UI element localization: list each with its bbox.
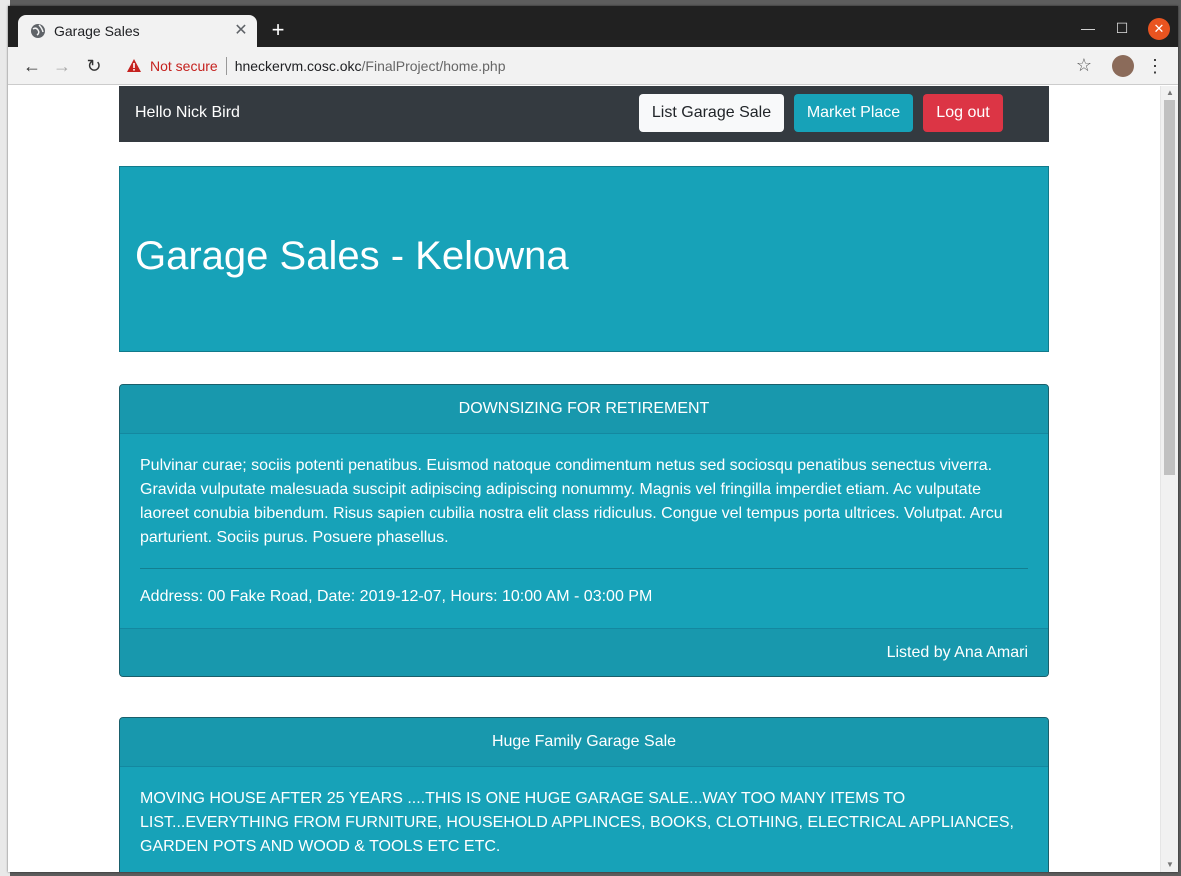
browser-toolbar: ← → ↻ Not secure hneckervm.cosc.okc /Fin…	[8, 47, 1178, 85]
window-close-icon[interactable]: ✕	[1148, 18, 1170, 40]
listing-details: Address: 00 Fake Road, Date: 2019-12-07,…	[140, 588, 653, 605]
site-navbar: Hello Nick Bird List Garage Sale Market …	[119, 86, 1049, 142]
market-place-button[interactable]: Market Place	[794, 94, 913, 132]
kebab-menu-icon[interactable]: ⋮	[1146, 54, 1164, 78]
listing-card: Huge Family Garage Sale MOVING HOUSE AFT…	[119, 717, 1049, 872]
profile-avatar[interactable]	[1112, 55, 1134, 77]
tab-garage-sales[interactable]: Garage Sales ✕	[18, 15, 257, 47]
listing-title: Huge Family Garage Sale	[120, 718, 1048, 767]
jumbotron: Garage Sales - Kelowna	[119, 166, 1049, 352]
page-title: Garage Sales - Kelowna	[135, 234, 569, 278]
url-host: hneckervm.cosc.okc	[234, 58, 362, 74]
page-scrollbar[interactable]: ▲ ▼	[1160, 86, 1178, 872]
scroll-thumb[interactable]	[1164, 100, 1175, 475]
browser-window: Garage Sales ✕ + — ☐ ✕ ← → ↻ Not secure …	[8, 6, 1178, 872]
list-garage-sale-button[interactable]: List Garage Sale	[639, 94, 784, 132]
maximize-icon[interactable]: ☐	[1110, 16, 1134, 40]
security-status[interactable]: Not secure	[150, 58, 218, 74]
greeting-text: Hello Nick Bird	[135, 104, 240, 121]
url-path: /FinalProject/home.php	[361, 58, 506, 74]
listing-card: DOWNSIZING FOR RETIREMENT Pulvinar curae…	[119, 384, 1049, 677]
tab-title: Garage Sales	[54, 23, 140, 39]
warning-icon	[127, 59, 141, 72]
new-tab-icon[interactable]: +	[266, 19, 290, 43]
scroll-down-arrow-icon[interactable]: ▼	[1165, 860, 1175, 870]
listing-title: DOWNSIZING FOR RETIREMENT	[120, 385, 1048, 434]
listing-body: MOVING HOUSE AFTER 25 YEARS ....THIS IS …	[120, 767, 1048, 859]
globe-icon	[31, 24, 45, 38]
tab-strip: Garage Sales ✕ + — ☐ ✕	[8, 6, 1178, 47]
listing-description: Pulvinar curae; sociis potenti penatibus…	[140, 457, 1003, 546]
scroll-up-arrow-icon[interactable]: ▲	[1165, 88, 1175, 98]
listing-divider	[140, 568, 1028, 569]
listing-body: Pulvinar curae; sociis potenti penatibus…	[120, 434, 1048, 628]
bookmark-star-icon[interactable]: ☆	[1076, 55, 1092, 76]
address-bar[interactable]: Not secure hneckervm.cosc.okc /FinalProj…	[118, 52, 1098, 80]
minimize-icon[interactable]: —	[1076, 16, 1100, 40]
reload-icon[interactable]: ↻	[82, 54, 106, 78]
listing-description: MOVING HOUSE AFTER 25 YEARS ....THIS IS …	[140, 790, 1014, 855]
listing-footer: Listed by Ana Amari	[120, 628, 1048, 676]
omnibox-divider	[225, 57, 227, 75]
close-tab-icon[interactable]: ✕	[231, 21, 251, 41]
back-arrow-icon[interactable]: ←	[20, 54, 44, 78]
page-viewport: Hello Nick Bird List Garage Sale Market …	[8, 86, 1160, 872]
logout-button[interactable]: Log out	[923, 94, 1003, 132]
forward-arrow-icon[interactable]: →	[50, 54, 74, 78]
